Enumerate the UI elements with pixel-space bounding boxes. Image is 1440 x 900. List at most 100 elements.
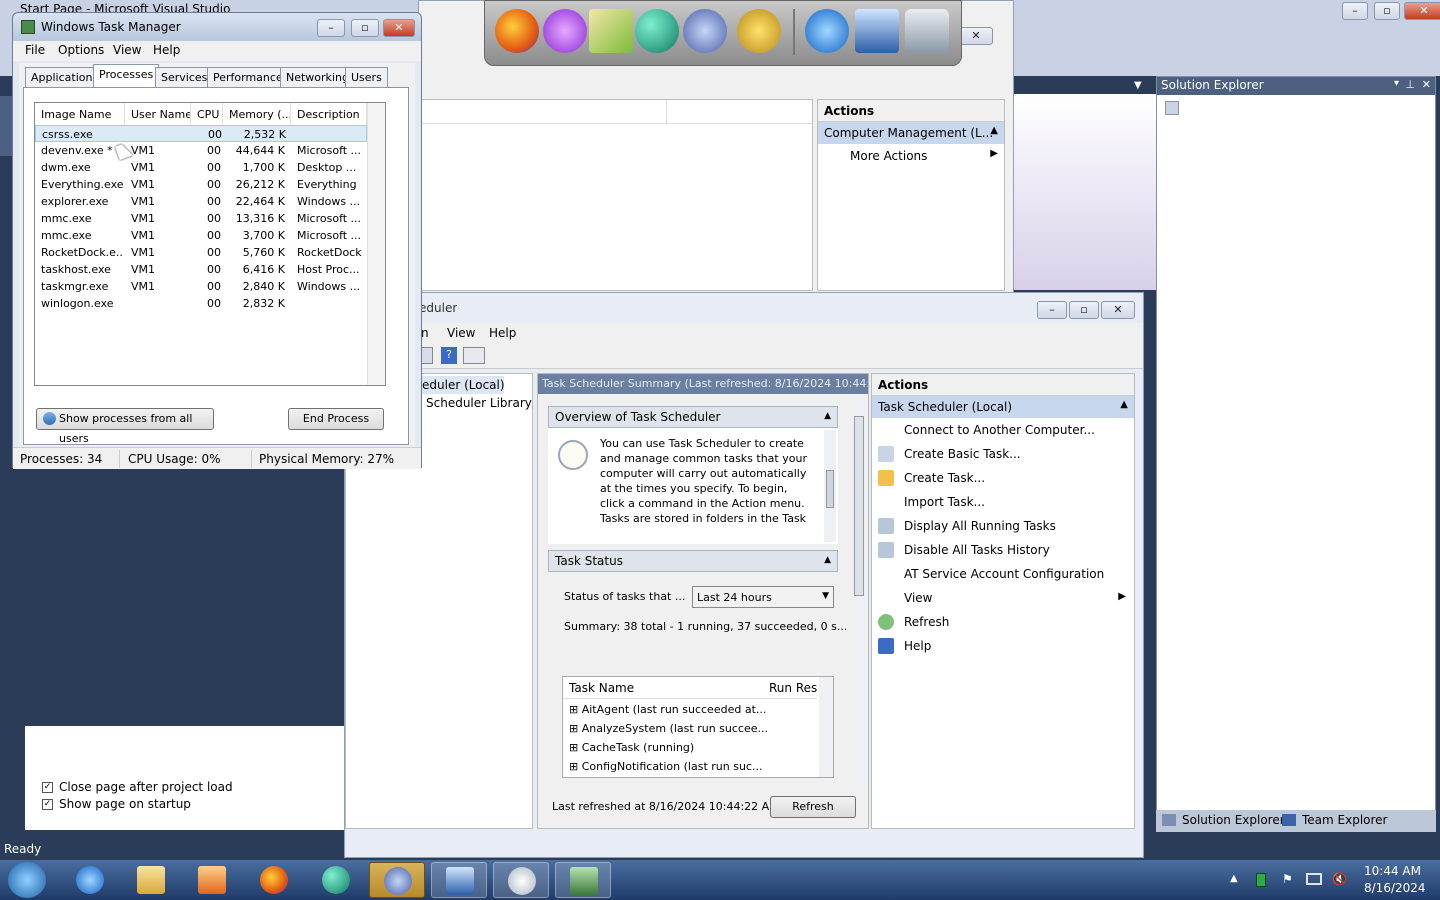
col-run-result[interactable]: Run Resu bbox=[769, 681, 817, 695]
computer-icon[interactable] bbox=[855, 9, 899, 53]
minimize-button[interactable]: – bbox=[1342, 2, 1368, 20]
task-list-scrollbar[interactable] bbox=[819, 677, 833, 777]
process-row[interactable]: Everything.exe VM1 00 26,212 K Everything bbox=[35, 176, 367, 193]
menu-options[interactable]: Options bbox=[58, 43, 104, 57]
process-list-scrollbar[interactable] bbox=[367, 103, 385, 385]
tab-users[interactable]: Users bbox=[345, 67, 388, 87]
app-icon[interactable] bbox=[543, 9, 587, 53]
collapse-icon[interactable]: ▲ bbox=[824, 411, 831, 421]
infinity-icon[interactable] bbox=[683, 9, 727, 53]
tree-item-library[interactable]: Scheduler Library bbox=[426, 396, 532, 410]
network-icon[interactable] bbox=[1306, 873, 1322, 885]
col-task-name[interactable]: Task Name bbox=[569, 681, 634, 695]
action-display-running[interactable]: Display All Running Tasks bbox=[872, 514, 1134, 538]
tm-maximize-button[interactable]: ▫ bbox=[351, 19, 379, 37]
process-row[interactable]: dwm.exe VM1 00 1,700 K Desktop ... bbox=[35, 159, 367, 176]
process-row[interactable]: devenv.exe * VM1 00 44,644 K Microsoft ... bbox=[35, 142, 367, 159]
action-view[interactable]: View ▶ bbox=[872, 586, 1134, 610]
taskbar-ie[interactable] bbox=[62, 862, 118, 898]
col-description[interactable]: Description bbox=[291, 103, 367, 125]
taskbar-task-scheduler[interactable] bbox=[493, 862, 549, 898]
tab-performance[interactable]: Performance bbox=[207, 67, 289, 87]
expand-icon[interactable]: ⊞ bbox=[569, 722, 582, 735]
tray-app-icon[interactable] bbox=[1256, 873, 1266, 887]
scroll-thumb[interactable] bbox=[826, 470, 834, 508]
menu-view[interactable]: View bbox=[447, 326, 475, 340]
taskbar-visual-studio[interactable] bbox=[369, 862, 425, 898]
ts-close-button[interactable]: ✕ bbox=[1101, 301, 1135, 319]
task-row[interactable]: ⊞ CacheTask (running) bbox=[569, 741, 694, 754]
action-refresh[interactable]: Refresh bbox=[872, 610, 1134, 634]
action-help[interactable]: Help bbox=[872, 634, 1134, 658]
toolbox-tab[interactable] bbox=[0, 96, 12, 156]
show-on-startup-checkbox[interactable]: ✓ bbox=[42, 799, 53, 810]
process-row[interactable]: taskmgr.exe VM1 00 2,840 K Windows ... bbox=[35, 278, 367, 295]
refresh-button[interactable]: Refresh bbox=[770, 796, 856, 818]
ts-maximize-button[interactable]: ▫ bbox=[1069, 301, 1099, 319]
overview-section-header[interactable]: Overview of Task Scheduler ▲ bbox=[548, 406, 838, 428]
task-status-section-header[interactable]: Task Status ▲ bbox=[548, 550, 838, 572]
close-button[interactable]: ✕ bbox=[1404, 2, 1440, 20]
process-row[interactable]: winlogon.exe 00 2,832 K bbox=[35, 295, 367, 312]
action-connect[interactable]: Connect to Another Computer... bbox=[872, 418, 1134, 442]
menu-file[interactable]: File bbox=[25, 43, 45, 57]
dropdown-arrow-icon[interactable]: ▼ bbox=[1134, 80, 1142, 91]
ts-minimize-button[interactable]: – bbox=[1037, 301, 1067, 319]
recycle-bin-icon[interactable] bbox=[905, 9, 949, 53]
properties-icon[interactable] bbox=[1165, 101, 1179, 115]
clock-time[interactable]: 10:44 AM bbox=[1364, 864, 1421, 878]
process-row[interactable]: mmc.exe VM1 00 3,700 K Microsoft ... bbox=[35, 227, 367, 244]
ts-actions-selected[interactable]: Task Scheduler (Local) ▲ bbox=[872, 396, 1134, 418]
taskbar-task-manager[interactable] bbox=[555, 862, 611, 898]
collapse-icon[interactable]: ▲ bbox=[824, 555, 831, 565]
taskbar-explorer[interactable] bbox=[123, 862, 179, 898]
process-row[interactable]: mmc.exe VM1 00 13,316 K Microsoft ... bbox=[35, 210, 367, 227]
action-create-task[interactable]: Create Task... bbox=[872, 466, 1134, 490]
expand-icon[interactable]: ⊞ bbox=[569, 741, 582, 754]
cm-actions-selected[interactable]: Computer Management (L... ▲ bbox=[818, 122, 1004, 144]
volume-muted-icon[interactable]: 🔇 bbox=[1332, 872, 1347, 886]
col-user-name[interactable]: User Name bbox=[125, 103, 191, 125]
action-at-service[interactable]: AT Service Account Configuration bbox=[872, 562, 1134, 586]
task-row[interactable]: ⊞ AitAgent (last run succeeded at... bbox=[569, 703, 766, 716]
taskbar-media[interactable] bbox=[184, 862, 240, 898]
show-hide-tree-icon[interactable] bbox=[421, 347, 433, 364]
action-create-basic-task[interactable]: Create Basic Task... bbox=[872, 442, 1134, 466]
col-cpu[interactable]: CPU bbox=[191, 103, 223, 125]
dropdown-icon[interactable]: ▾ bbox=[1394, 78, 1399, 89]
tab-networking[interactable]: Networking bbox=[280, 67, 355, 87]
tab-solution-explorer[interactable]: Solution Explorer bbox=[1182, 813, 1285, 827]
show-hidden-icons[interactable]: ▲ bbox=[1230, 873, 1238, 884]
menu-view[interactable]: View bbox=[113, 43, 141, 57]
show-all-processes-button[interactable]: Show processes from all users bbox=[36, 408, 214, 445]
scroll-thumb[interactable] bbox=[854, 416, 864, 596]
sphere-icon[interactable] bbox=[635, 9, 679, 53]
task-row[interactable]: ⊞ ConfigNotification (last run suc... bbox=[569, 760, 762, 773]
summary-scrollbar[interactable] bbox=[852, 396, 866, 792]
col-memory[interactable]: Memory (... bbox=[223, 103, 291, 125]
action-disable-history[interactable]: Disable All Tasks History bbox=[872, 538, 1134, 562]
expand-icon[interactable]: ⊞ bbox=[569, 703, 582, 716]
tab-team-explorer[interactable]: Team Explorer bbox=[1302, 813, 1388, 827]
internet-explorer-icon[interactable] bbox=[805, 9, 849, 53]
expand-icon[interactable]: ⊞ bbox=[569, 760, 582, 773]
tm-close-button[interactable]: ✕ bbox=[383, 19, 415, 37]
taskbar-computer-management[interactable] bbox=[431, 862, 487, 898]
task-row[interactable]: ⊞ AnalyzeSystem (last run succee... bbox=[569, 722, 768, 735]
tab-processes[interactable]: Processes bbox=[93, 64, 160, 88]
pin-icon[interactable]: ⊥ bbox=[1405, 78, 1415, 91]
process-row[interactable]: csrss.exe 00 2,532 K bbox=[35, 125, 367, 142]
show-hide-action-pane-icon[interactable] bbox=[463, 347, 485, 364]
menu-help[interactable]: Help bbox=[153, 43, 180, 57]
end-process-button[interactable]: End Process bbox=[288, 408, 384, 430]
bee-icon[interactable] bbox=[737, 9, 781, 53]
taskbar-firefox[interactable] bbox=[246, 862, 302, 898]
tm-minimize-button[interactable]: – bbox=[317, 19, 345, 37]
cm-close-button[interactable]: ✕ bbox=[959, 27, 993, 45]
status-period-select[interactable]: Last 24 hours ▼ bbox=[692, 586, 834, 608]
close-after-load-checkbox[interactable]: ✓ bbox=[42, 782, 53, 793]
firefox-icon[interactable] bbox=[495, 9, 539, 53]
menu-help[interactable]: Help bbox=[489, 326, 516, 340]
col-image-name[interactable]: Image Name bbox=[35, 103, 125, 125]
clock-date[interactable]: 8/16/2024 bbox=[1364, 881, 1426, 895]
